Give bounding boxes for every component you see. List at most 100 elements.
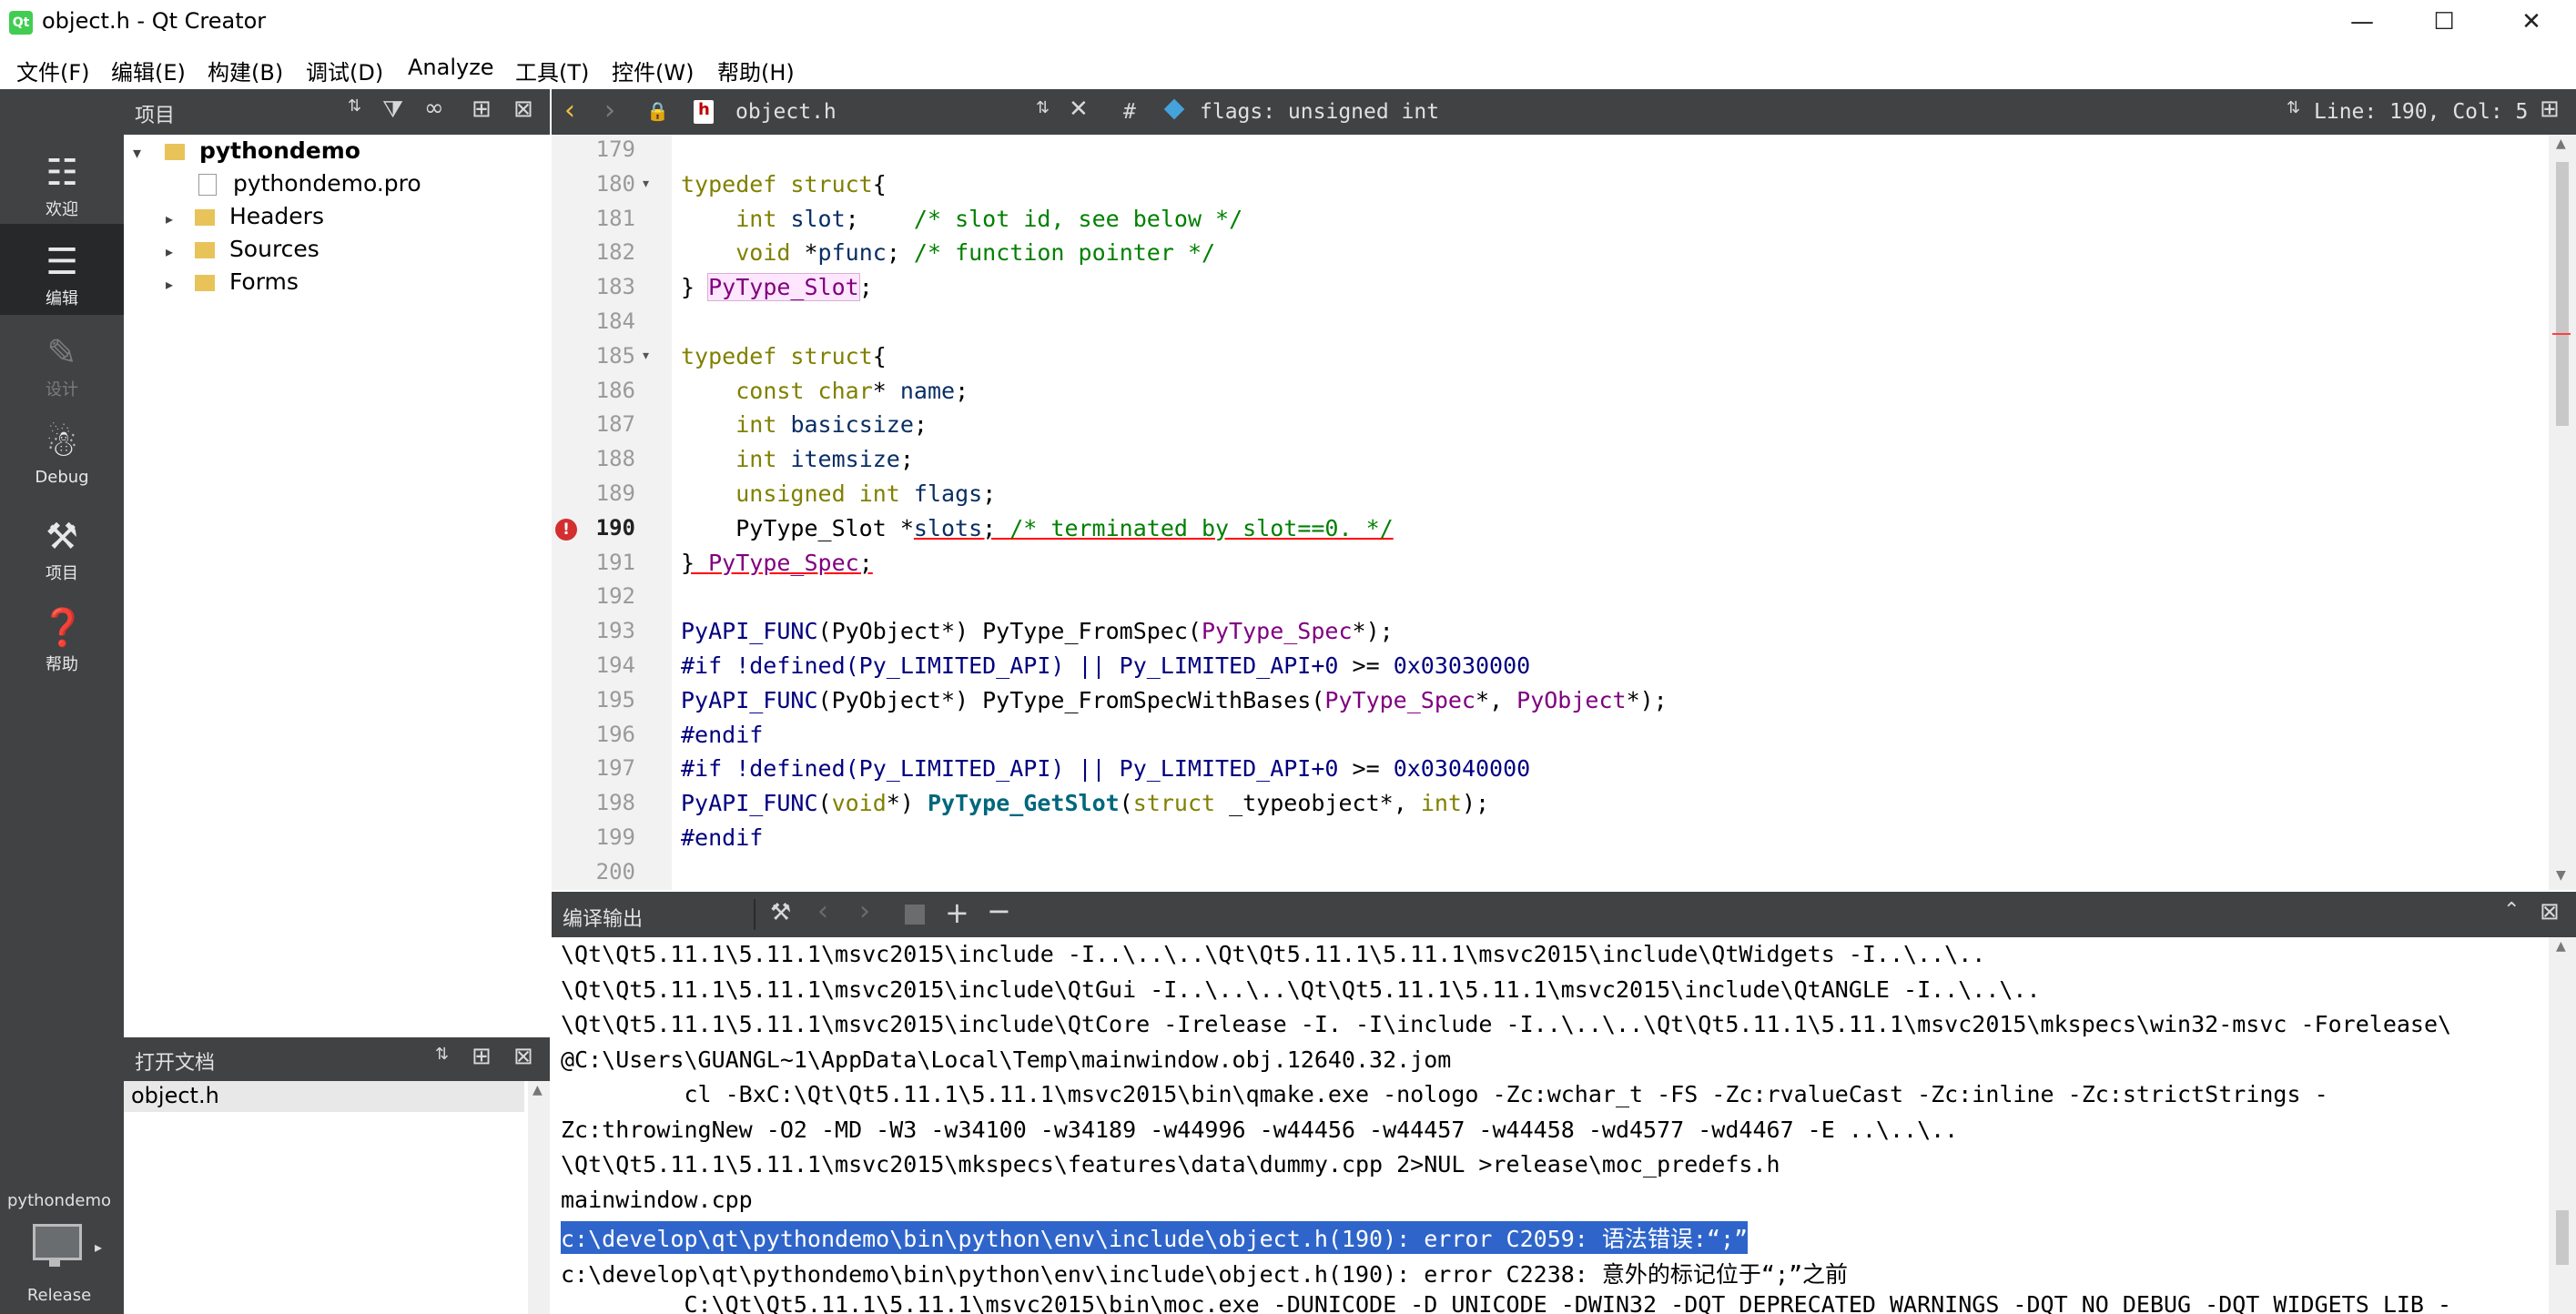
forward-icon: › bbox=[604, 95, 615, 126]
code-line[interactable]: PyAPI_FUNC(PyObject*) PyType_FromSpecWit… bbox=[681, 687, 1668, 713]
mode-help[interactable]: ❓ 帮助 bbox=[0, 590, 124, 681]
mode-projects[interactable]: ⚒ 项目 bbox=[0, 499, 124, 590]
code-line[interactable]: int slot; /* slot id, see below */ bbox=[681, 206, 1242, 232]
kit-selector[interactable]: pythondemo ▸ Release bbox=[0, 1178, 124, 1314]
code-line[interactable]: PyType_Slot *slots; /* terminated by slo… bbox=[681, 515, 1393, 541]
updown-icon[interactable]: ⇅ bbox=[435, 1045, 449, 1064]
clear-output-icon[interactable]: ⚒ bbox=[770, 899, 791, 926]
scroll-up-icon[interactable]: ▲ bbox=[2556, 136, 2566, 151]
updown-icon[interactable]: ⇅ bbox=[1036, 98, 1050, 117]
output-line[interactable]: mainwindow.cpp bbox=[561, 1187, 753, 1213]
link-icon[interactable]: ∞ bbox=[424, 95, 444, 122]
line-number: 188 bbox=[595, 446, 635, 472]
code-line[interactable]: #endif bbox=[681, 824, 763, 851]
code-editor[interactable]: typedef struct{ int slot; /* slot id, se… bbox=[674, 135, 2549, 890]
updown-icon[interactable]: ⇅ bbox=[348, 96, 361, 116]
maximize-button[interactable]: ☐ bbox=[2403, 0, 2485, 45]
code-line[interactable]: typedef struct{ bbox=[681, 171, 887, 197]
open-docs-scrollbar[interactable]: ▲ bbox=[528, 1081, 550, 1314]
zoom-out-icon[interactable]: − bbox=[987, 894, 1011, 928]
fold-marker-icon[interactable]: ▾ bbox=[643, 349, 649, 363]
tree-item-forms[interactable]: ▸ Forms bbox=[166, 266, 299, 298]
menu-bar: 文件(F) 编辑(E) 构建(B) 调试(D) Analyze 工具(T) 控件… bbox=[0, 47, 2576, 89]
output-line[interactable]: cl -BxC:\Qt\Qt5.11.1\5.11.1\msvc2015\bin… bbox=[561, 1081, 2328, 1107]
zoom-in-icon[interactable]: + bbox=[945, 895, 969, 930]
compile-output[interactable]: \Qt\Qt5.11.1\5.11.1\msvc2015\include -I.… bbox=[552, 937, 2549, 1314]
close-file-icon[interactable]: ✕ bbox=[1069, 96, 1089, 123]
code-line[interactable]: typedef struct{ bbox=[681, 343, 887, 369]
output-line[interactable]: Zc:throwingNew -O2 -MD -W3 -w34100 -w341… bbox=[561, 1117, 1958, 1143]
code-line[interactable]: #endif bbox=[681, 722, 763, 748]
collapsed-arrow-icon[interactable]: ▸ bbox=[166, 210, 173, 227]
code-line[interactable]: void *pfunc; /* function pointer */ bbox=[681, 239, 1215, 266]
current-file-combo[interactable]: object.h bbox=[735, 100, 837, 124]
scroll-down-icon[interactable]: ▼ bbox=[2556, 868, 2566, 883]
close-panel-icon[interactable]: ⊠ bbox=[513, 96, 533, 123]
menu-debug[interactable]: 调试(D) bbox=[306, 55, 383, 86]
split-icon[interactable]: ⊞ bbox=[472, 96, 492, 123]
tree-item-sources[interactable]: ▸ Sources bbox=[166, 233, 319, 266]
output-line[interactable]: @C:\Users\GUANGL~1\AppData\Local\Temp\ma… bbox=[561, 1046, 1451, 1073]
code-line[interactable]: int basicsize; bbox=[681, 411, 928, 438]
menu-widgets[interactable]: 控件(W) bbox=[612, 55, 694, 86]
code-line[interactable]: int itemsize; bbox=[681, 446, 914, 472]
wrench-icon: ⚒ bbox=[46, 516, 78, 558]
code-line[interactable]: PyAPI_FUNC(PyObject*) PyType_FromSpec(Py… bbox=[681, 618, 1394, 644]
menu-build[interactable]: 构建(B) bbox=[208, 55, 283, 86]
symbol-combo[interactable]: flags: unsigned int bbox=[1200, 100, 1439, 124]
member-icon bbox=[1163, 98, 1185, 120]
headers-folder-icon bbox=[194, 209, 215, 226]
minimize-button[interactable]: — bbox=[2321, 0, 2403, 45]
split-icon[interactable]: ⊞ bbox=[2540, 96, 2560, 123]
list-item[interactable]: object.h bbox=[124, 1081, 524, 1112]
output-line[interactable]: C:\Qt\Qt5.11.1\5.11.1\msvc2015\bin\moc.e… bbox=[561, 1291, 2451, 1314]
split-icon[interactable]: ⊞ bbox=[472, 1043, 492, 1070]
line-number: 195 bbox=[595, 686, 635, 713]
output-line[interactable]: c:\develop\qt\pythondemo\bin\python\env\… bbox=[561, 1257, 1848, 1289]
back-icon[interactable]: ‹ bbox=[564, 95, 575, 126]
editor-scrollbar[interactable]: ▲ ▼ bbox=[2549, 135, 2576, 890]
output-line[interactable]: \Qt\Qt5.11.1\5.11.1\msvc2015\include\QtG… bbox=[561, 976, 2041, 1003]
maximize-pane-icon[interactable]: ⌃ bbox=[2503, 899, 2520, 922]
code-line[interactable]: } PyType_Slot; bbox=[681, 273, 873, 302]
output-line[interactable]: \Qt\Qt5.11.1\5.11.1\msvc2015\include -I.… bbox=[561, 941, 1985, 967]
output-line[interactable]: \Qt\Qt5.11.1\5.11.1\msvc2015\mkspecs\fea… bbox=[561, 1151, 1780, 1178]
collapsed-arrow-icon[interactable]: ▸ bbox=[166, 276, 173, 293]
cursor-position[interactable]: Line: 190, Col: 5 bbox=[2314, 100, 2528, 124]
collapsed-arrow-icon[interactable]: ▸ bbox=[166, 243, 173, 260]
code-line[interactable]: } PyType_Spec; bbox=[681, 550, 873, 576]
close-window-button[interactable]: ✕ bbox=[2490, 0, 2572, 45]
code-line[interactable]: PyAPI_FUNC(void*) PyType_GetSlot(struct … bbox=[681, 790, 1489, 816]
filter-icon[interactable]: ⧩ bbox=[382, 96, 403, 125]
code-line[interactable]: #if !defined(Py_LIMITED_API) || Py_LIMIT… bbox=[681, 755, 1530, 782]
tree-item-pro-file[interactable]: pythondemo.pro bbox=[198, 167, 421, 200]
scroll-thumb[interactable] bbox=[2556, 1210, 2569, 1265]
fold-marker-icon[interactable]: ▾ bbox=[643, 177, 649, 191]
scroll-thumb[interactable] bbox=[2556, 162, 2569, 426]
menu-file[interactable]: 文件(F) bbox=[16, 55, 90, 86]
scroll-up-icon[interactable]: ▲ bbox=[532, 1083, 543, 1097]
updown-icon[interactable]: ⇅ bbox=[2287, 98, 2300, 117]
mode-edit[interactable]: ☰ 编辑 bbox=[0, 224, 124, 315]
close-pane-icon[interactable]: ⊠ bbox=[2540, 898, 2560, 925]
output-line[interactable]: c:\develop\qt\pythondemo\bin\python\env\… bbox=[561, 1221, 1749, 1254]
line-number: 183 bbox=[595, 274, 635, 300]
menu-analyze[interactable]: Analyze bbox=[408, 55, 494, 80]
code-line[interactable]: const char* name; bbox=[681, 378, 969, 404]
code-line[interactable]: unsigned int flags; bbox=[681, 480, 996, 507]
mode-debug[interactable]: ☃ Debug bbox=[0, 406, 124, 497]
code-line[interactable]: #if !defined(Py_LIMITED_API) || Py_LIMIT… bbox=[681, 652, 1530, 679]
scroll-up-icon[interactable]: ▲ bbox=[2556, 939, 2566, 954]
menu-edit[interactable]: 编辑(E) bbox=[111, 55, 186, 86]
expanded-arrow-icon[interactable]: ▾ bbox=[133, 144, 141, 163]
grid-icon: ☷ bbox=[46, 152, 78, 194]
close-panel-icon[interactable]: ⊠ bbox=[513, 1043, 533, 1070]
menu-help[interactable]: 帮助(H) bbox=[717, 55, 795, 86]
mode-welcome[interactable]: ☷ 欢迎 bbox=[0, 135, 124, 226]
output-scrollbar[interactable]: ▲ bbox=[2549, 937, 2576, 1314]
output-line[interactable]: \Qt\Qt5.11.1\5.11.1\msvc2015\include\QtC… bbox=[561, 1011, 2451, 1037]
tree-item-headers[interactable]: ▸ Headers bbox=[166, 200, 324, 233]
menu-tools[interactable]: 工具(T) bbox=[515, 55, 589, 86]
tree-item-pythondemo[interactable]: ▾ pythondemo bbox=[133, 135, 360, 167]
error-icon[interactable]: ! bbox=[555, 518, 577, 541]
